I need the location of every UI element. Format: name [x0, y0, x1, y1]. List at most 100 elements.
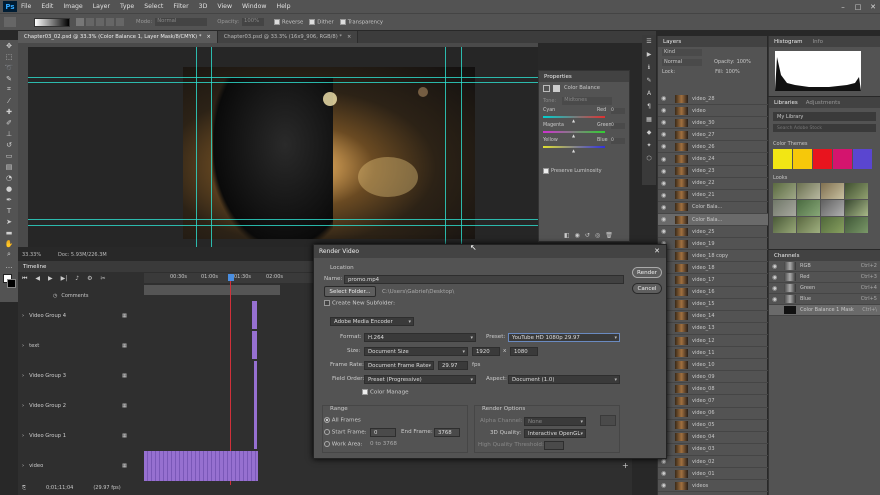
- reset-icon[interactable]: ↺: [585, 232, 590, 239]
- first-frame-icon[interactable]: ⏮: [22, 275, 27, 283]
- layer-row[interactable]: ◉video_13: [658, 323, 768, 335]
- alpha-channel-select[interactable]: None: [524, 417, 586, 426]
- subfolder-checkbox[interactable]: [324, 300, 330, 306]
- menu-edit[interactable]: Edit: [41, 3, 53, 10]
- tab-chapter03[interactable]: Chapter03.psd @ 33.3% (16x9_906, RGB/8) …: [217, 31, 359, 43]
- visibility-eye-icon[interactable]: ◉: [661, 204, 669, 211]
- timeline-track[interactable]: › Video Group 3 ▦: [22, 373, 127, 379]
- theme-color-swatch[interactable]: [833, 149, 852, 169]
- look-thumbnail[interactable]: [797, 200, 820, 216]
- paragraph-icon[interactable]: ¶: [642, 100, 656, 113]
- play-icon[interactable]: ▶: [48, 275, 53, 283]
- cancel-button[interactable]: Cancel: [632, 283, 662, 294]
- minimize-icon[interactable]: –: [836, 0, 850, 13]
- more-tools-icon[interactable]: …: [0, 260, 18, 271]
- gradient-tool-icon[interactable]: [4, 17, 16, 27]
- visibility-eye-icon[interactable]: ◉: [661, 216, 669, 223]
- track-options-icon[interactable]: ▦: [122, 373, 127, 379]
- layer-row[interactable]: ◉video_05: [658, 420, 768, 432]
- visibility-eye-icon[interactable]: ◉: [661, 156, 669, 163]
- channel-row[interactable]: ◉ Green Ctrl+4: [769, 283, 880, 294]
- layer-row[interactable]: ◉video_09: [658, 371, 768, 384]
- track-options-icon[interactable]: ▦: [122, 433, 127, 439]
- layer-row[interactable]: ◉ video_26: [658, 141, 768, 154]
- fill-value[interactable]: 100%: [725, 69, 739, 75]
- fps-input[interactable]: 29.97: [438, 361, 468, 370]
- tone-select[interactable]: Midtones: [562, 97, 613, 105]
- height-input[interactable]: 1080: [510, 347, 538, 356]
- paths-icon[interactable]: ✦: [642, 139, 656, 152]
- timeline-track[interactable]: › Video Group 2 ▦: [22, 403, 127, 409]
- visibility-eye-icon[interactable]: ◉: [772, 263, 780, 270]
- look-thumbnail[interactable]: [773, 200, 796, 216]
- split-icon[interactable]: ✂: [101, 275, 106, 283]
- look-thumbnail[interactable]: [773, 217, 796, 233]
- visibility-eye-icon[interactable]: ◉: [661, 228, 669, 235]
- layer-row[interactable]: ◉video_19: [658, 238, 768, 251]
- work-area-bar[interactable]: [144, 285, 280, 295]
- hand-tool-icon[interactable]: ✋: [0, 238, 18, 249]
- styles-icon[interactable]: ◆: [642, 126, 656, 139]
- tab-info[interactable]: Info: [813, 39, 823, 45]
- color-swatches[interactable]: [0, 271, 18, 291]
- layer-row[interactable]: ◉video_14: [658, 311, 768, 323]
- brush-panel-icon[interactable]: ✎: [642, 74, 656, 87]
- layer-row[interactable]: ◉ video_30: [658, 117, 768, 130]
- gradient-swatch[interactable]: [34, 17, 70, 27]
- preset-select[interactable]: YouTube HD 1080p 29.97: [508, 333, 620, 342]
- timeline-track[interactable]: › video ▦: [22, 463, 127, 469]
- expand-chevron-icon[interactable]: ›: [22, 433, 24, 439]
- stamp-tool-icon[interactable]: ⊥: [0, 128, 18, 139]
- track-options-icon[interactable]: ▦: [122, 313, 127, 319]
- 3d-icon[interactable]: ⬡: [642, 152, 656, 165]
- layer-row[interactable]: ◉video_08: [658, 383, 768, 396]
- maximize-icon[interactable]: □: [851, 0, 865, 13]
- look-thumbnail[interactable]: [821, 217, 844, 233]
- channel-row[interactable]: Color Balance 1 Mask Ctrl+\: [769, 305, 880, 316]
- move-tool-icon[interactable]: ✥: [0, 40, 18, 51]
- type-tool-icon[interactable]: T: [0, 205, 18, 216]
- clip-bar[interactable]: [252, 331, 257, 359]
- start-frame-radio[interactable]: [324, 429, 330, 435]
- gradient-type-icons[interactable]: [76, 18, 124, 26]
- layer-row[interactable]: ◉video_18 copy: [658, 250, 768, 263]
- render-video-icon[interactable]: ⎘: [22, 485, 26, 491]
- look-thumbnail[interactable]: [821, 200, 844, 216]
- look-thumbnail[interactable]: [845, 200, 868, 216]
- blend-mode-select[interactable]: Normal: [662, 58, 702, 66]
- stock-search-input[interactable]: Search Adobe Stock: [773, 124, 876, 132]
- delete-icon[interactable]: 🗑: [605, 232, 613, 239]
- slider-thumb[interactable]: ▲: [572, 148, 575, 153]
- character-icon[interactable]: A: [642, 87, 656, 100]
- add-track-icon[interactable]: +: [622, 461, 629, 470]
- swatches-icon[interactable]: ▦: [642, 113, 656, 126]
- field-order-select[interactable]: Preset (Progressive): [364, 375, 476, 384]
- canvas-area[interactable]: [28, 47, 538, 247]
- layer-row[interactable]: ◉ video_21: [658, 190, 768, 202]
- mode-select[interactable]: Normal: [155, 18, 208, 26]
- color-theme-swatches[interactable]: [773, 149, 880, 169]
- look-thumbnail[interactable]: [773, 183, 796, 199]
- next-frame-icon[interactable]: ▶|: [61, 275, 68, 283]
- visibility-eye-icon[interactable]: ◉: [772, 296, 780, 303]
- slider-value[interactable]: 0: [611, 123, 625, 129]
- size-select[interactable]: Document Size: [364, 347, 468, 356]
- eraser-tool-icon[interactable]: ▭: [0, 150, 18, 161]
- expand-chevron-icon[interactable]: ›: [22, 463, 24, 469]
- video-clip-strip[interactable]: [144, 451, 258, 481]
- audio-icon[interactable]: ♪: [75, 275, 79, 283]
- filename-input[interactable]: promo.mp4: [344, 275, 624, 284]
- visibility-eye-icon[interactable]: ◉: [661, 192, 669, 199]
- visibility-eye-icon[interactable]: ◉: [661, 482, 669, 489]
- layer-row[interactable]: ◉ video: [658, 105, 768, 118]
- expand-chevron-icon[interactable]: ›: [22, 373, 24, 379]
- threshold-input[interactable]: [544, 441, 564, 450]
- encoder-select[interactable]: Adobe Media Encoder: [330, 317, 414, 326]
- tab-histogram[interactable]: Histogram: [774, 39, 803, 45]
- menu-layer[interactable]: Layer: [93, 3, 110, 10]
- eyedropper-tool-icon[interactable]: ⁄: [0, 95, 18, 106]
- channel-row[interactable]: ◉ RGB Ctrl+2: [769, 261, 880, 272]
- channel-row[interactable]: ◉ Red Ctrl+3: [769, 272, 880, 283]
- menu-type[interactable]: Type: [120, 3, 134, 10]
- layer-row[interactable]: ◉video_12: [658, 335, 768, 347]
